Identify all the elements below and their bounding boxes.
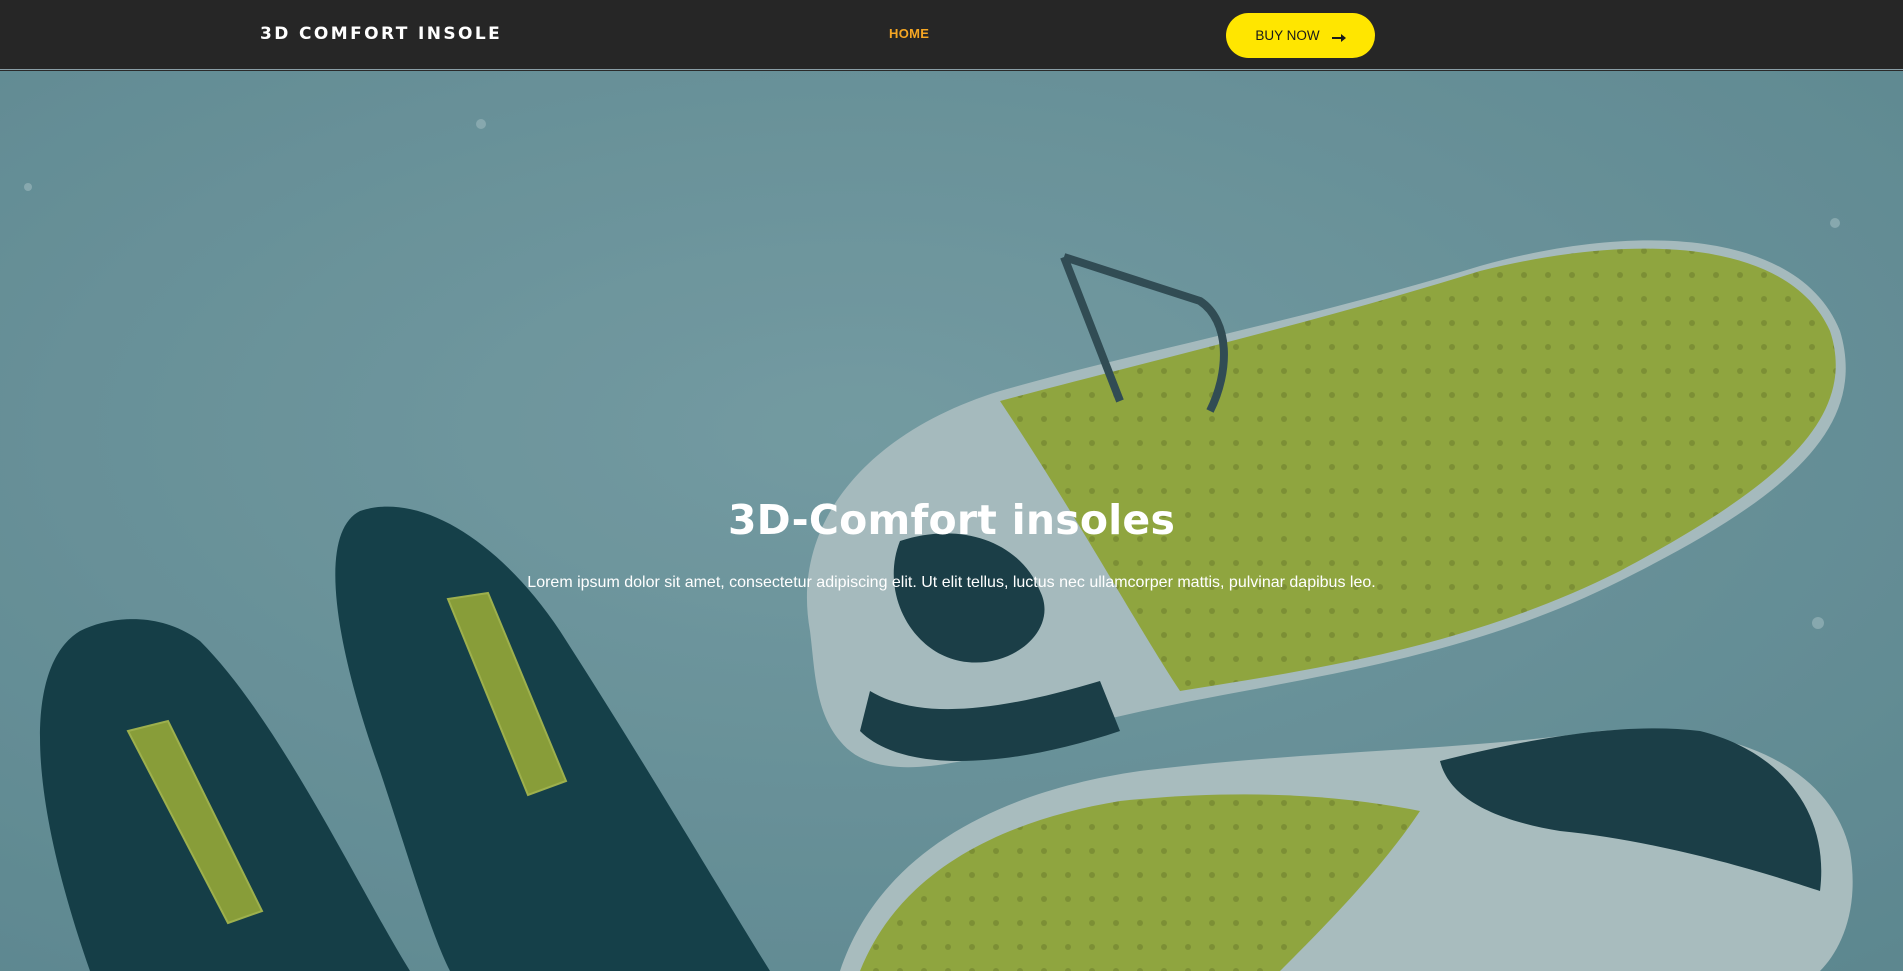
- buy-now-button[interactable]: BUY NOW: [1226, 13, 1375, 58]
- arrow-right-icon: [1331, 31, 1346, 42]
- nav-item-home[interactable]: HOME: [889, 26, 929, 41]
- hero-description: Lorem ipsum dolor sit amet, consectetur …: [527, 574, 1376, 591]
- buy-now-label: BUY NOW: [1255, 28, 1320, 43]
- site-logo[interactable]: 3D COMFORT INSOLE: [260, 24, 502, 44]
- hero-section: 3D-Comfort insoles Lorem ipsum dolor sit…: [0, 71, 1903, 971]
- hero-title: 3D-Comfort insoles: [727, 496, 1176, 544]
- top-navbar: 3D COMFORT INSOLE HOME BUY NOW: [0, 0, 1903, 70]
